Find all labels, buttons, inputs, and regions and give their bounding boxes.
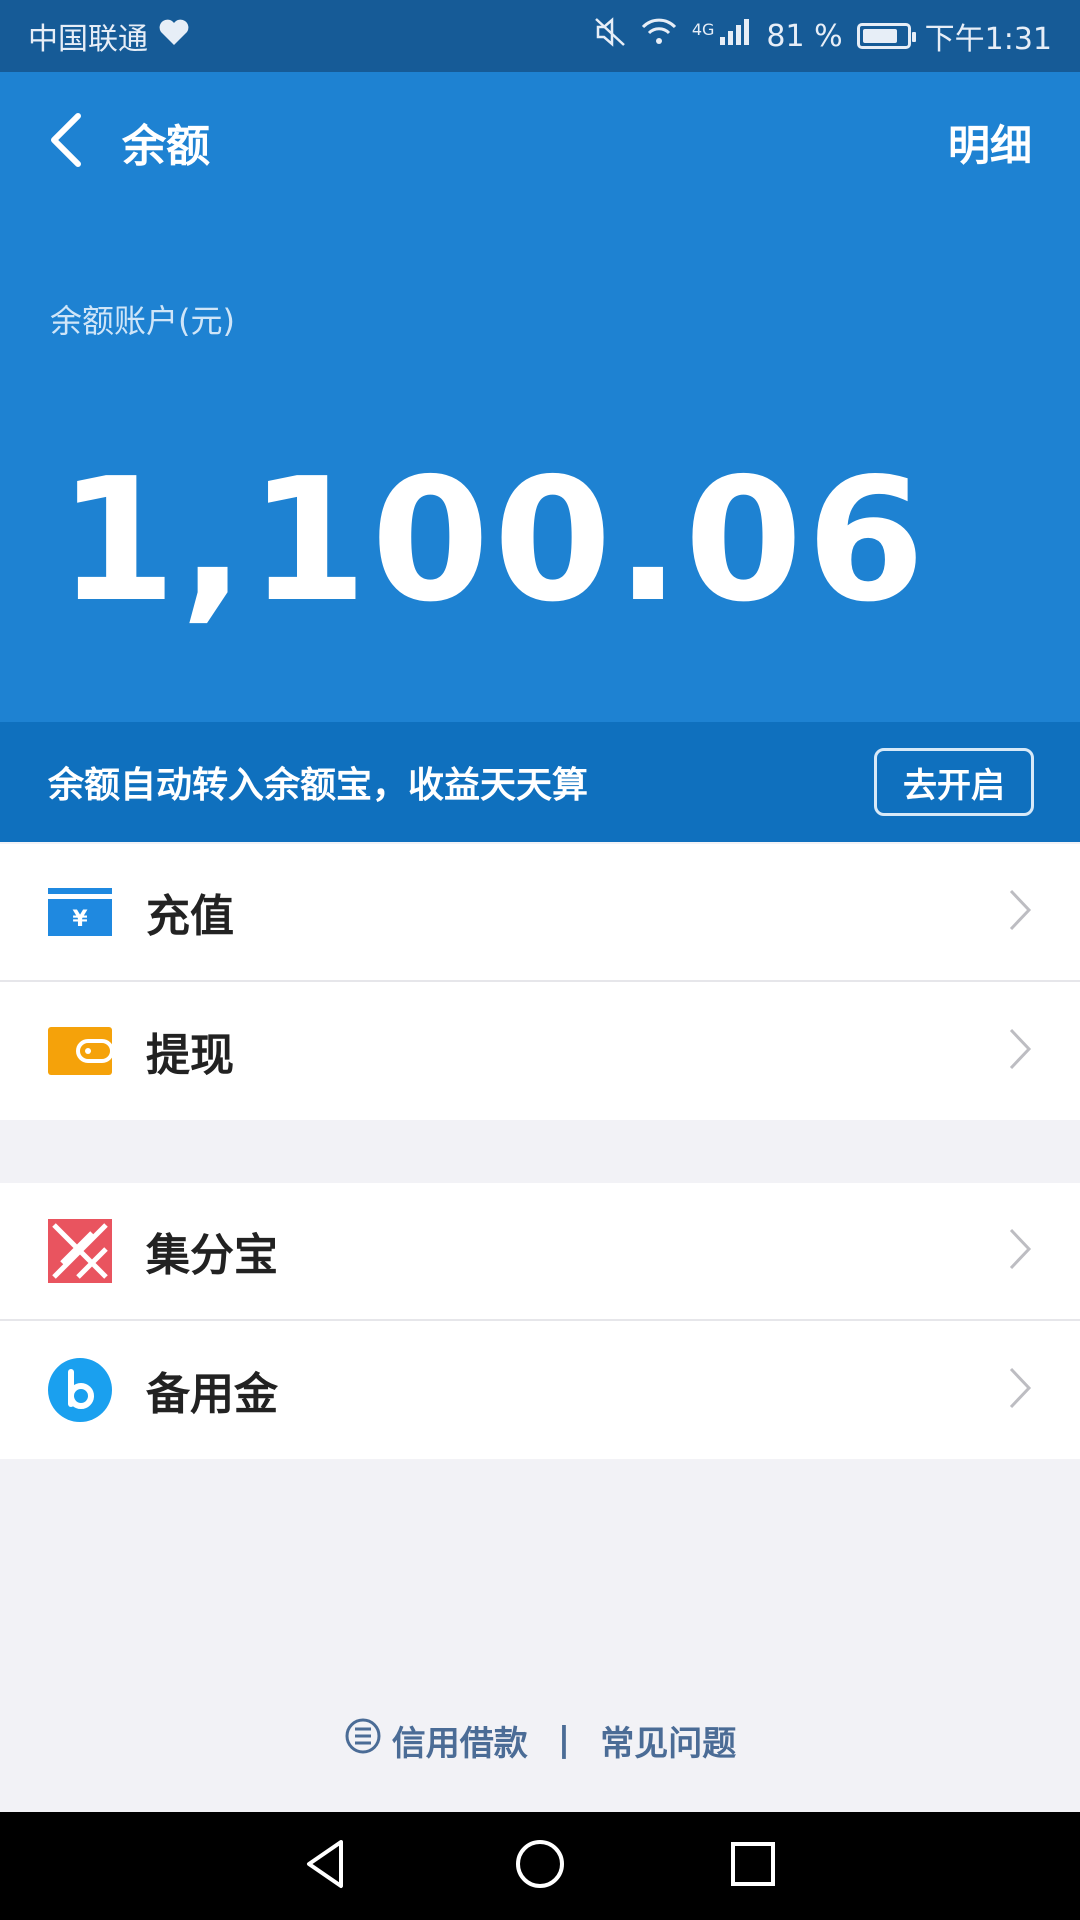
credit-loan-link[interactable]: 信用借款	[344, 1716, 528, 1765]
menu-item-jifenbao[interactable]: 集分宝	[0, 1183, 1080, 1321]
balance-amount: 1,100.06	[58, 442, 929, 640]
recharge-card-icon: ¥	[48, 887, 112, 937]
nav-recents-icon[interactable]	[725, 1836, 781, 1896]
footer-separator: |	[557, 1720, 571, 1760]
menu-item-label: 集分宝	[146, 1230, 278, 1281]
balance-header: 余额 明细 余额账户(元) 1,100.06	[0, 72, 1080, 722]
beiyongjin-icon	[48, 1358, 112, 1422]
footer-links: 信用借款 | 常见问题	[0, 1712, 1080, 1768]
status-bar: 中国联通 4G 81 % 下午1:31	[0, 0, 1080, 72]
network-type: 4G	[691, 20, 715, 39]
nav-back-icon[interactable]	[299, 1836, 355, 1896]
jifenbao-icon	[48, 1219, 112, 1283]
chevron-right-icon	[1008, 1027, 1032, 1075]
status-right: 4G 81 % 下午1:31	[594, 14, 1052, 58]
chevron-right-icon	[1008, 888, 1032, 936]
nav-home-icon[interactable]	[512, 1836, 568, 1896]
credit-loan-label: 信用借款	[391, 1723, 528, 1764]
svg-text:¥: ¥	[72, 907, 88, 932]
enable-button[interactable]: 去开启	[874, 748, 1034, 816]
menu-item-beiyongjin[interactable]: 备用金	[0, 1321, 1080, 1459]
back-arrow-icon[interactable]	[48, 112, 82, 172]
promo-text: 余额自动转入余额宝，收益天天算	[48, 765, 589, 806]
battery-icon	[856, 23, 916, 49]
chevron-right-icon	[1008, 1227, 1032, 1275]
faq-link[interactable]: 常见问题	[600, 1716, 736, 1765]
battery-fill	[862, 29, 897, 43]
top-app-bar: 余额 明细	[0, 72, 1080, 212]
chevron-right-icon	[1008, 1366, 1032, 1414]
heart-icon	[158, 18, 190, 54]
mute-icon	[594, 17, 626, 55]
wallet-icon	[48, 1026, 112, 1076]
page-title: 余额	[122, 121, 210, 172]
detail-link[interactable]: 明细	[948, 112, 1032, 173]
back-nav: 余额	[48, 110, 210, 174]
battery-percent: 81 %	[766, 18, 843, 54]
signal-icon	[718, 17, 752, 55]
status-left: 中国联通	[28, 14, 190, 58]
menu-group-funds: ¥ 充值 提现	[0, 844, 1080, 1120]
credit-loan-icon	[344, 1717, 382, 1764]
menu-item-label: 提现	[146, 1030, 234, 1081]
menu-item-recharge[interactable]: ¥ 充值	[0, 844, 1080, 982]
yuebao-promo-banner: 余额自动转入余额宝，收益天天算 去开启	[0, 722, 1080, 842]
system-nav-bar	[0, 1812, 1080, 1920]
menu-item-withdraw[interactable]: 提现	[0, 982, 1080, 1120]
clock: 下午1:31	[924, 22, 1052, 57]
menu-item-label: 备用金	[146, 1369, 278, 1420]
menu-group-extras: 集分宝 备用金	[0, 1183, 1080, 1459]
menu-item-label: 充值	[146, 891, 234, 942]
balance-label: 余额账户(元)	[50, 302, 235, 340]
carrier-name: 中国联通	[28, 22, 148, 57]
wifi-icon	[640, 17, 678, 55]
